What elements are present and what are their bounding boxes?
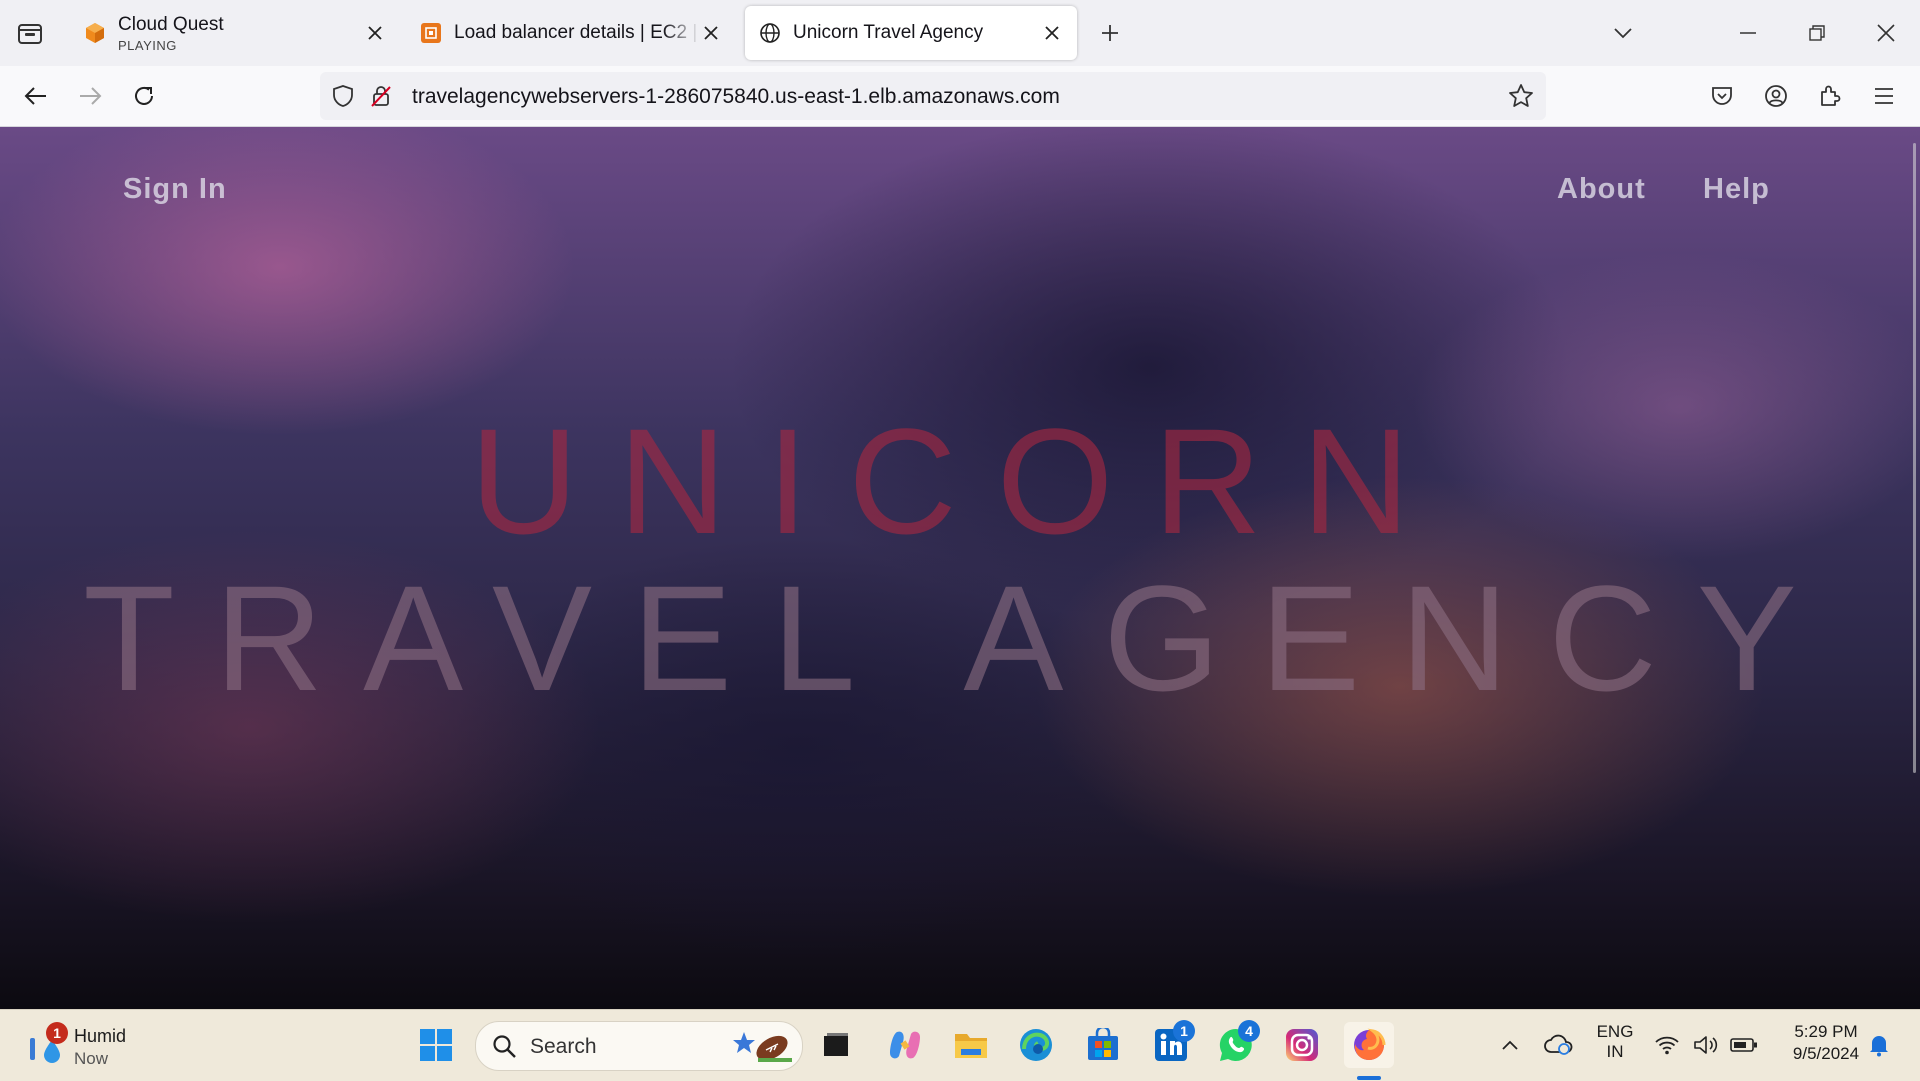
tab-title: Cloud Quest <box>118 13 224 35</box>
list-all-tabs-chevron-icon[interactable] <box>1606 16 1640 50</box>
close-tab-icon[interactable] <box>700 22 722 44</box>
tracking-protection-shield-icon[interactable] <box>332 84 354 113</box>
reload-icon[interactable] <box>126 78 162 114</box>
hero-title-line1: UNICORN <box>470 397 1450 565</box>
browser-tab-strip: Cloud Quest PLAYING Load balancer detail… <box>0 0 1920 66</box>
language-code: ENG <box>1596 1022 1634 1041</box>
instagram-icon[interactable] <box>1279 1022 1325 1068</box>
insecure-lock-icon[interactable] <box>370 84 392 113</box>
clock-date: 9/5/2024 <box>1792 1044 1860 1063</box>
weather-badge: 1 <box>46 1022 68 1044</box>
help-link[interactable]: Help <box>1703 173 1770 206</box>
forward-arrow-icon[interactable] <box>72 78 108 114</box>
account-icon[interactable] <box>1758 78 1794 114</box>
tab-list-icon[interactable] <box>12 18 48 48</box>
search-icon <box>493 1035 516 1058</box>
sign-in-link[interactable]: Sign In <box>123 173 227 206</box>
language-region: IN <box>1606 1042 1624 1061</box>
clock-time: 5:29 PM <box>1794 1022 1858 1041</box>
new-tab-plus-icon[interactable] <box>1095 18 1125 48</box>
battery-icon[interactable] <box>1727 1022 1761 1068</box>
start-windows-icon[interactable] <box>413 1022 459 1068</box>
task-view-icon[interactable] <box>813 1022 859 1068</box>
weather-sub: Now <box>74 1049 109 1068</box>
weather-widget[interactable]: 1 Humid Now <box>22 1022 182 1070</box>
tab-load-balancer[interactable]: Load balancer details | EC2 | us- <box>406 6 736 60</box>
bookmark-star-icon[interactable] <box>1508 83 1534 114</box>
edge-browser-icon[interactable] <box>1013 1022 1059 1068</box>
extensions-puzzle-icon[interactable] <box>1812 78 1848 114</box>
tab-title: Load balancer details | EC2 | us- <box>454 22 700 43</box>
notification-bell-icon[interactable] <box>1862 1022 1896 1068</box>
menu-hamburger-icon[interactable] <box>1866 78 1902 114</box>
browser-toolbar: travelagencywebservers-1-286075840.us-ea… <box>0 66 1920 127</box>
clock[interactable]: 5:29 PM 9/5/2024 <box>1776 1022 1876 1064</box>
search-highlight-football-icon <box>733 1032 792 1062</box>
tab-unicorn-travel[interactable]: Unicorn Travel Agency <box>745 6 1077 60</box>
page-viewport: Sign In About Help UNICORN TRAVEL AGENCY <box>0 127 1920 1009</box>
tab-cloud-quest[interactable]: Cloud Quest PLAYING <box>70 6 400 60</box>
globe-icon <box>759 22 781 44</box>
back-arrow-icon[interactable] <box>18 78 54 114</box>
wifi-icon[interactable] <box>1650 1022 1684 1068</box>
file-explorer-icon[interactable] <box>948 1022 994 1068</box>
tab-playing-label: PLAYING <box>118 37 177 53</box>
volume-icon[interactable] <box>1689 1022 1723 1068</box>
about-link[interactable]: About <box>1557 173 1646 206</box>
language-indicator[interactable]: ENG IN <box>1593 1022 1637 1062</box>
windows-taskbar: 1 Humid Now Search 1 4 ENG IN 5:29 PM 9/… <box>0 1009 1920 1081</box>
firefox-active-indicator <box>1357 1076 1381 1080</box>
onedrive-sync-icon[interactable] <box>1535 1022 1581 1068</box>
firefox-icon[interactable] <box>1344 1022 1394 1068</box>
page-scrollbar[interactable] <box>1913 143 1916 773</box>
microsoft-store-icon[interactable] <box>1080 1022 1126 1068</box>
hero-title-line2: TRAVEL AGENCY <box>83 554 1837 722</box>
taskbar-search-box[interactable]: Search <box>475 1021 803 1071</box>
minimize-icon[interactable] <box>1731 16 1765 50</box>
search-placeholder: Search <box>530 1035 597 1058</box>
url-text[interactable]: travelagencywebservers-1-286075840.us-ea… <box>412 85 1060 109</box>
whatsapp-notification-badge: 4 <box>1238 1020 1260 1042</box>
pocket-icon[interactable] <box>1704 78 1740 114</box>
linkedin-notification-badge: 1 <box>1173 1020 1195 1042</box>
tab-title: Unicorn Travel Agency <box>793 22 984 43</box>
cloud-quest-cube-icon <box>84 22 106 44</box>
url-bar[interactable]: travelagencywebservers-1-286075840.us-ea… <box>320 72 1546 120</box>
copilot-icon[interactable] <box>882 1022 928 1068</box>
close-tab-icon[interactable] <box>364 22 386 44</box>
aws-ec2-icon <box>420 22 442 44</box>
restore-icon[interactable] <box>1800 16 1834 50</box>
show-hidden-icons-chevron-icon[interactable] <box>1487 1022 1533 1068</box>
close-window-icon[interactable] <box>1869 16 1903 50</box>
weather-label: Humid <box>74 1026 127 1046</box>
close-tab-icon[interactable] <box>1041 22 1063 44</box>
